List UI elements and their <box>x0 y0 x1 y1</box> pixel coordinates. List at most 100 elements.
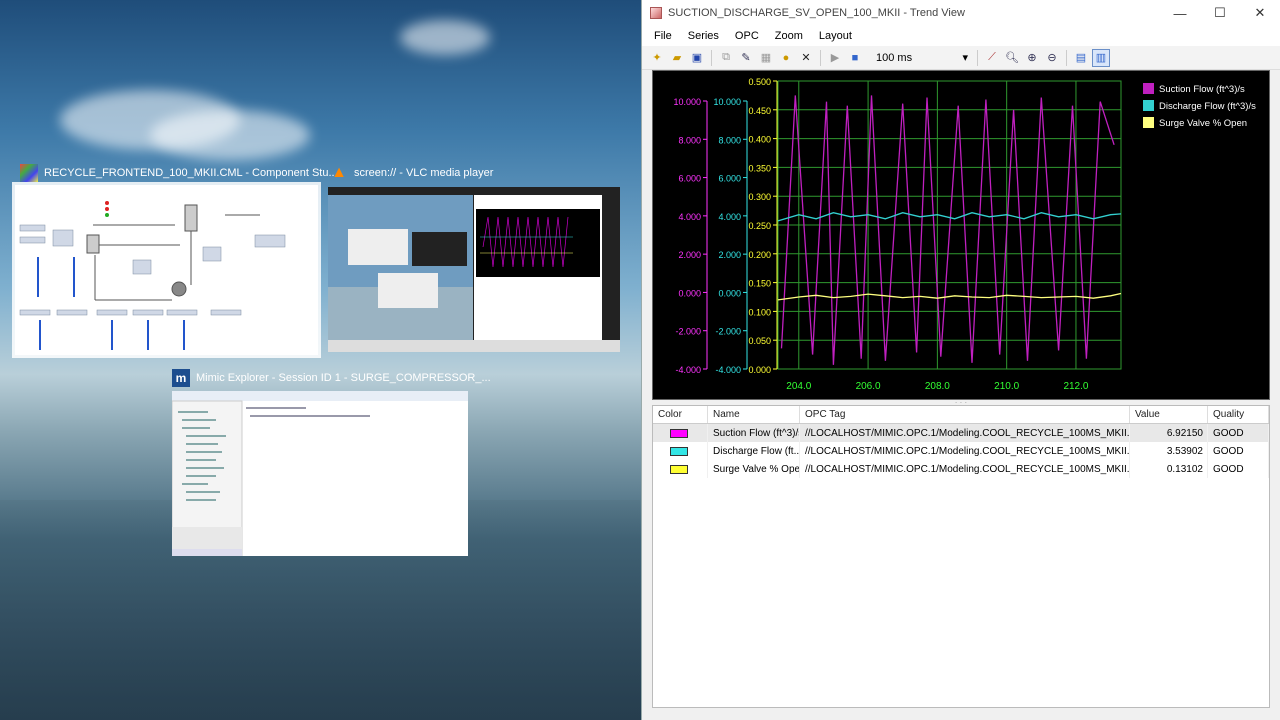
menu-layout[interactable]: Layout <box>811 30 860 42</box>
window-title: SUCTION_DISCHARGE_SV_OPEN_100_MKII - Tre… <box>668 7 965 19</box>
y-tick-label: 0.000 <box>678 288 701 298</box>
color-swatch[interactable] <box>670 446 688 456</box>
y-tick-label: 0.500 <box>748 77 771 87</box>
table-row[interactable]: Discharge Flow (ft... //LOCALHOST/MIMIC.… <box>653 442 1269 460</box>
series-value: 6.92150 <box>1130 424 1208 442</box>
column-header-color[interactable]: Color <box>653 406 708 423</box>
trend-view-window: SUCTION_DISCHARGE_SV_OPEN_100_MKII - Tre… <box>641 0 1280 720</box>
toolbar-separator <box>820 49 821 66</box>
opc-tag: //LOCALHOST/MIMIC.OPC.1/Modeling.COOL_RE… <box>800 424 1130 442</box>
x-tick-label: 210.0 <box>994 381 1019 392</box>
series-line <box>780 95 1115 365</box>
trend-app-icon <box>650 7 662 19</box>
table-icon[interactable]: ▦ <box>757 49 775 67</box>
zoom-out-icon[interactable]: ⊖ <box>1043 49 1061 67</box>
y-tick-label: 0.350 <box>748 163 771 173</box>
y-tick-label: 2.000 <box>678 250 701 260</box>
thumbnail-component-studio[interactable] <box>12 182 321 358</box>
opc-tag: //LOCALHOST/MIMIC.OPC.1/Modeling.COOL_RE… <box>800 460 1130 478</box>
menu-file[interactable]: File <box>646 30 680 42</box>
thumbnail-title-mimic-explorer[interactable]: m Mimic Explorer - Session ID 1 - SURGE_… <box>172 369 491 387</box>
zoom-icon[interactable]: 🔍︎ <box>1003 49 1021 67</box>
column-header-value[interactable]: Value <box>1130 406 1208 423</box>
series-grid: Color Name OPC Tag Value Quality Suction… <box>652 405 1270 708</box>
y-tick-label: 0.150 <box>748 279 771 289</box>
y-tick-label: 10.000 <box>713 97 741 107</box>
minimize-button[interactable]: — <box>1160 0 1200 26</box>
menu-opc[interactable]: OPC <box>727 30 767 42</box>
series-name: Surge Valve % Open <box>708 460 800 478</box>
color-swatch[interactable] <box>670 428 688 438</box>
grid-layout-icon[interactable]: ▥ <box>1092 48 1110 67</box>
legend-label: Surge Valve % Open <box>1159 118 1247 129</box>
menu-zoom[interactable]: Zoom <box>767 30 811 42</box>
legend-label: Discharge Flow (ft^3)/s <box>1159 101 1256 112</box>
title-bar[interactable]: SUCTION_DISCHARGE_SV_OPEN_100_MKII - Tre… <box>642 0 1280 26</box>
y-tick-label: 4.000 <box>718 212 741 222</box>
column-header-quality[interactable]: Quality <box>1208 406 1269 423</box>
chart-icon[interactable]: ⟋ <box>983 49 1001 67</box>
y-tick-label: 2.000 <box>718 250 741 260</box>
zoom-in-icon[interactable]: ⊕ <box>1023 49 1041 67</box>
component-studio-icon <box>20 164 38 182</box>
thumbnail-title-vlc[interactable]: ▲ screen:// - VLC media player <box>330 164 493 182</box>
trend-chart-svg: 10.000 8.000 6.000 4.000 2.000 0.000 -2.000 -4.… <box>673 77 1256 392</box>
save-icon[interactable]: ▣ <box>688 49 706 67</box>
browse-tags-icon[interactable]: ● <box>777 49 795 67</box>
y-tick-label: 6.000 <box>678 174 701 184</box>
y-tick-label: -2.000 <box>715 327 741 337</box>
toolbar-separator <box>711 49 712 66</box>
y-tick-label: 6.000 <box>718 174 741 184</box>
column-header-opc-tag[interactable]: OPC Tag <box>800 406 1130 423</box>
vlc-cone-icon: ▲ <box>331 164 347 181</box>
update-rate-value: 100 ms <box>876 51 913 64</box>
toolbar-separator <box>977 49 978 66</box>
y-tick-label: 0.100 <box>748 307 771 317</box>
thumbnail-vlc[interactable] <box>328 187 620 352</box>
edit-icon[interactable]: ✎ <box>737 49 755 67</box>
chevron-down-icon: ▾ <box>962 52 968 64</box>
x-tick-label: 212.0 <box>1063 381 1088 392</box>
update-rate-select[interactable]: 100 ms ▾ <box>872 49 972 67</box>
y-tick-label: 0.250 <box>748 221 771 231</box>
cloud <box>150 110 310 160</box>
copy-icon[interactable]: ⧉ <box>717 49 735 67</box>
legend-swatch <box>1143 100 1154 111</box>
stop-icon[interactable]: ■ <box>846 49 864 67</box>
y-tick-label: -2.000 <box>675 327 701 337</box>
menu-series[interactable]: Series <box>680 30 727 42</box>
maximize-button[interactable]: ☐ <box>1200 0 1240 26</box>
layout-icon[interactable]: ▤ <box>1072 49 1090 67</box>
grid-header: Color Name OPC Tag Value Quality <box>653 406 1269 424</box>
legend-swatch <box>1143 83 1154 94</box>
color-swatch[interactable] <box>670 464 688 474</box>
table-row[interactable]: Surge Valve % Open //LOCALHOST/MIMIC.OPC… <box>653 460 1269 478</box>
x-tick-label: 204.0 <box>786 381 811 392</box>
y-tick-label: 0.050 <box>748 336 771 346</box>
delete-icon[interactable]: ✕ <box>797 49 815 67</box>
opc-tag: //LOCALHOST/MIMIC.OPC.1/Modeling.COOL_RE… <box>800 442 1130 460</box>
vlc-preview <box>328 187 620 352</box>
close-button[interactable]: ✕ <box>1240 0 1280 26</box>
component-studio-preview <box>15 185 318 355</box>
y-tick-label: 0.400 <box>748 135 771 145</box>
table-row[interactable]: Suction Flow (ft^3)/s //LOCALHOST/MIMIC.… <box>653 424 1269 442</box>
new-icon[interactable]: ✦ <box>648 49 666 67</box>
trend-chart[interactable]: 10.000 8.000 6.000 4.000 2.000 0.000 -2.000 -4.… <box>652 70 1270 400</box>
y-tick-label: 0.200 <box>748 250 771 260</box>
series-quality: GOOD <box>1208 424 1269 442</box>
y-tick-label: 0.000 <box>718 288 741 298</box>
thumbnail-mimic-explorer[interactable] <box>172 391 468 556</box>
series-value: 0.13102 <box>1130 460 1208 478</box>
column-header-name[interactable]: Name <box>708 406 800 423</box>
open-folder-icon[interactable]: ▰ <box>668 49 686 67</box>
y-tick-label: 0.450 <box>748 106 771 116</box>
thumbnail-title-component-studio[interactable]: RECYCLE_FRONTEND_100_MKII.CML - Componen… <box>20 164 338 182</box>
menu-bar: File Series OPC Zoom Layout <box>642 26 1280 46</box>
x-tick-label: 208.0 <box>925 381 950 392</box>
cloud <box>400 20 490 55</box>
play-icon[interactable]: ▶ <box>826 49 844 67</box>
y-tick-label: 0.300 <box>748 192 771 202</box>
legend-swatch <box>1143 117 1154 128</box>
toolbar-separator <box>1066 49 1067 66</box>
